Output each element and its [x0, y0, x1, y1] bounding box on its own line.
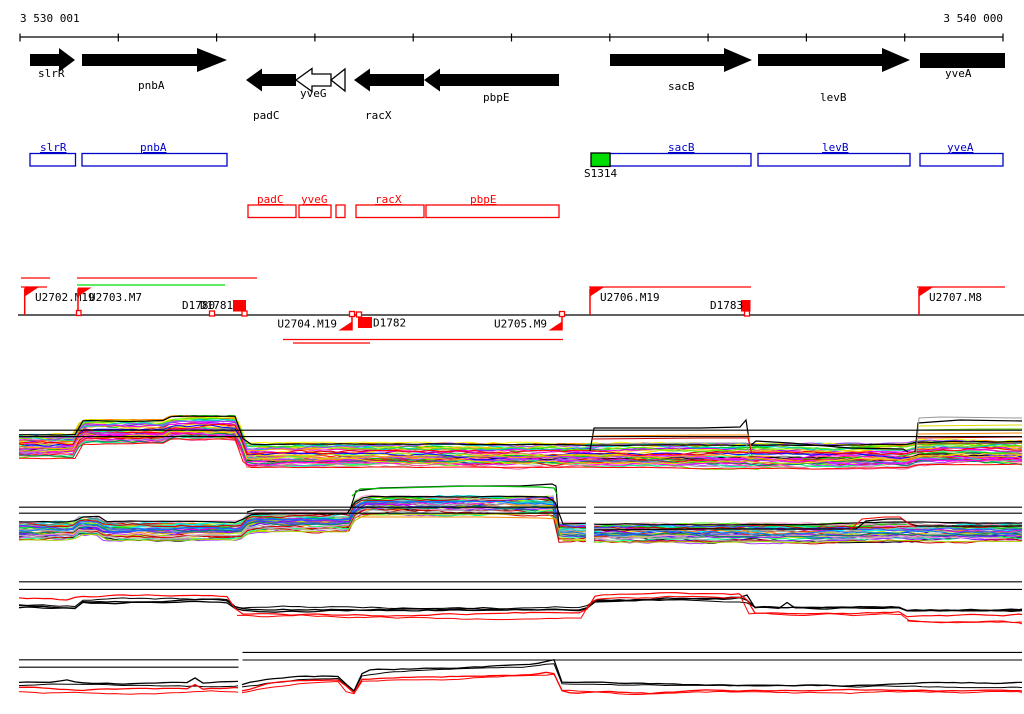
gene-arrow-racX[interactable] [354, 68, 424, 92]
annotation-box-red-padC[interactable] [247, 204, 297, 219]
flag-marker-U2705.M9 [558, 310, 566, 318]
flag-label-U2706.M19[interactable]: U2706.M19 [600, 291, 660, 304]
expression-track-1 [18, 414, 1023, 470]
annotation-link-racX[interactable]: racX [375, 193, 402, 206]
down-shift-box-D1781[interactable] [233, 300, 246, 312]
down-shift-flag-U2705.M9[interactable] [548, 321, 563, 331]
profile-line [241, 663, 1023, 692]
flag-label-U2702.M19[interactable]: U2702.M19 [35, 291, 95, 304]
annotation-box-levB[interactable] [757, 152, 911, 167]
shift-marker-D1781 [241, 310, 248, 317]
shift-label-D1782[interactable]: D1782 [373, 317, 406, 330]
segment-label-S1314: S1314 [584, 167, 617, 180]
segment-box-S1314[interactable] [590, 152, 611, 168]
gene-arrow-padC[interactable] [246, 68, 296, 92]
gene-label-yveA: yveA [945, 67, 972, 80]
ruler-end-coordinate: 3 540 000 [943, 12, 1003, 25]
gene-arrow-pbpE[interactable] [424, 68, 559, 92]
profile-line [917, 424, 1023, 427]
gene-label-levB: levB [820, 91, 847, 104]
annotation-link-sacB[interactable]: sacB [668, 141, 695, 154]
gene-label-slrR: slrR [38, 67, 65, 80]
profile-line [18, 677, 239, 685]
ruler [19, 33, 1004, 42]
annotation-box-red-yveG[interactable] [298, 204, 332, 219]
profile-line [18, 596, 1022, 613]
ruler-start-coordinate: 3 530 001 [20, 12, 80, 25]
annotation-link-pbpE[interactable]: pbpE [470, 193, 497, 206]
gene-arrow-levB[interactable] [758, 48, 910, 72]
gene-label-padC: padC [253, 109, 280, 122]
expression-track-3 [18, 581, 1023, 625]
gene-arrowhead-orf-head[interactable] [329, 67, 346, 93]
annotation-link-yveA[interactable]: yveA [947, 141, 974, 154]
annotation-link-levB[interactable]: levB [822, 141, 849, 154]
shift-marker-D1782 [355, 311, 363, 318]
browser-canvas: slrRpnbA sacBlevByveApadCyveGracXpbpEslrR… [18, 33, 1024, 696]
shift-marker-D1783 [743, 310, 751, 317]
gene-arrow-pnbA[interactable] [82, 48, 227, 72]
flag-label-U2704.M19[interactable]: U2704.M19 [277, 318, 337, 331]
genome-browser: 3 530 001 3 540 000 slrR pnbA sacB levB yveA… [0, 0, 1024, 714]
annotation-link-yveG[interactable]: yveG [301, 193, 328, 206]
annotation-track-red: padC yveG racX pbpE [247, 193, 560, 219]
annotation-box-red-pbpE[interactable] [425, 204, 560, 219]
down-shift-box-D1782[interactable] [358, 317, 372, 328]
profile-line [18, 690, 239, 695]
annotation-link-pnbA[interactable]: pnbA [140, 141, 167, 154]
flag-label-U2705.M9[interactable]: U2705.M9 [494, 318, 547, 331]
gene-label-pnbA: pnbA [138, 79, 165, 92]
profile-line [358, 516, 561, 535]
gene-label-racX: racX [365, 109, 392, 122]
annotation-box-pnbA[interactable] [81, 152, 228, 167]
shift-label-D1783[interactable]: D1783 [710, 299, 743, 312]
annotation-box-red-small[interactable] [335, 204, 346, 219]
annotation-link-padC[interactable]: padC [257, 193, 284, 206]
flag-marker-U2704.M19 [348, 310, 356, 318]
annotation-track-blue: slrR pnbA sacB levB yveA S1314 [29, 141, 1004, 180]
flag-label-U2703.M7[interactable]: U2703.M7 [89, 291, 142, 304]
gene-arrow-track: slrR pnbA sacB levB yveA padC yveG racX pbpE [30, 48, 1005, 122]
flag-marker-U2703.M7 [75, 309, 82, 317]
shift-label-D1781[interactable]: D1781 [200, 299, 233, 312]
annotation-box-slrR[interactable] [29, 152, 77, 167]
down-shift-flag-U2704.M19[interactable] [338, 321, 353, 331]
flag-label-U2707.M8[interactable]: U2707.M8 [929, 291, 982, 304]
gene-label-sacB: sacB [668, 80, 695, 93]
gene-arrow-yveA[interactable] [920, 53, 1005, 68]
annotation-box-sacB[interactable] [609, 152, 752, 167]
gene-label-yveG: yveG [300, 87, 327, 100]
expression-track-4 [18, 651, 1023, 696]
transcription-signal-track: U2702.M19U2703.M7 U2706.M19 U2707.M8 U2704.… [18, 277, 1024, 344]
profile-line [917, 432, 1023, 435]
annotation-link-slrR[interactable]: slrR [40, 141, 67, 154]
annotation-box-yveA[interactable] [919, 152, 1004, 167]
gene-label-pbpE: pbpE [483, 91, 510, 104]
gene-arrow-sacB[interactable] [610, 48, 752, 72]
expression-track-2 [18, 483, 1023, 545]
annotation-box-red-racX[interactable] [355, 204, 425, 219]
profile-line [18, 591, 1023, 618]
